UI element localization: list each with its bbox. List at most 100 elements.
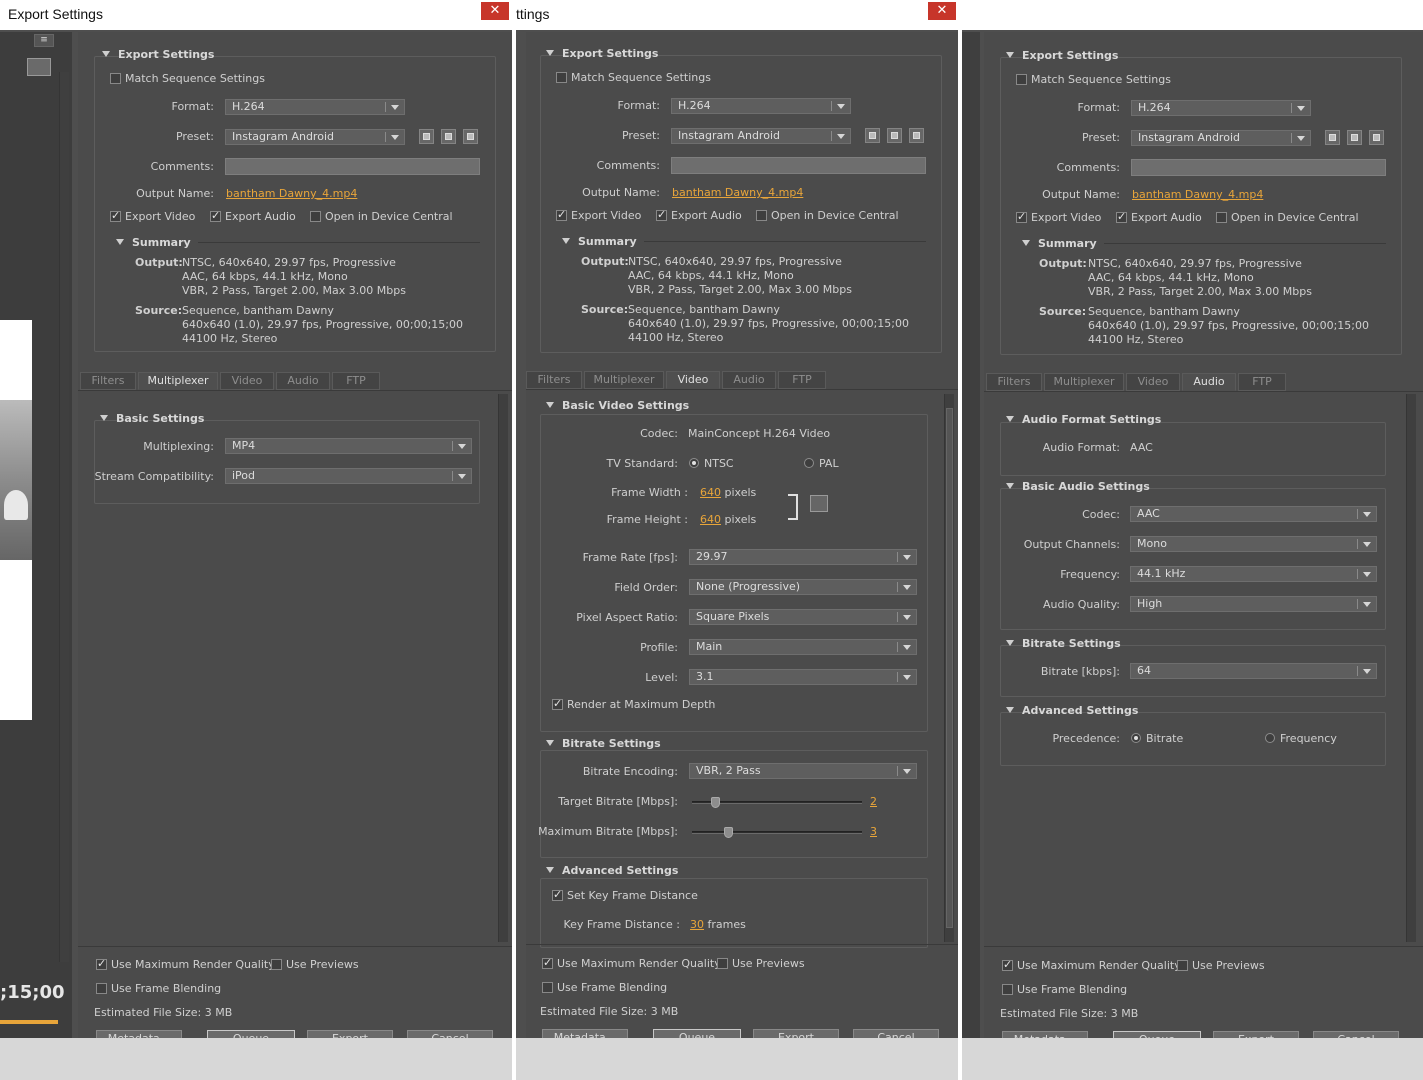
frame-rate-dropdown[interactable]: 29.97 bbox=[689, 549, 917, 565]
audio-codec-dropdown[interactable]: AAC bbox=[1130, 506, 1377, 522]
max-bitrate-slider[interactable] bbox=[692, 827, 862, 838]
tab-ftp[interactable]: FTP bbox=[1238, 373, 1286, 391]
comments-field[interactable] bbox=[1131, 159, 1386, 176]
frame-blending-checkbox[interactable]: Use Frame Blending bbox=[1002, 983, 1127, 996]
export-settings-header[interactable]: Export Settings bbox=[1006, 49, 1118, 62]
frame-width-value[interactable]: 640 pixels bbox=[700, 486, 756, 499]
preview-scrollbar[interactable] bbox=[59, 72, 69, 962]
target-bitrate-value[interactable]: 2 bbox=[870, 795, 877, 808]
tab-ftp[interactable]: FTP bbox=[778, 371, 826, 389]
pixel-aspect-dropdown[interactable]: Square Pixels bbox=[689, 609, 917, 625]
match-sequence-checkbox[interactable]: Match Sequence Settings bbox=[1016, 73, 1171, 86]
queue-button[interactable]: Queue bbox=[207, 1030, 295, 1038]
device-central-checkbox[interactable]: Open in Device Central bbox=[1216, 211, 1359, 224]
export-video-checkbox[interactable]: Export Video bbox=[556, 208, 641, 222]
stream-compat-dropdown[interactable]: iPod bbox=[225, 468, 472, 484]
close-button[interactable]: ✕ bbox=[928, 2, 956, 20]
export-audio-checkbox[interactable]: Export Audio bbox=[1116, 210, 1202, 224]
tab-multiplexer[interactable]: Multiplexer bbox=[584, 371, 664, 389]
output-name-link[interactable]: bantham Dawny_4.mp4 bbox=[226, 187, 357, 200]
use-previews-checkbox[interactable]: Use Previews bbox=[1177, 959, 1265, 972]
delete-preset-icon[interactable] bbox=[909, 128, 924, 143]
summary-header[interactable]: Summary bbox=[1022, 237, 1097, 250]
preset-dropdown[interactable]: Instagram Android bbox=[225, 129, 405, 145]
constrain-proportions-icon[interactable] bbox=[810, 495, 828, 512]
delete-preset-icon[interactable] bbox=[463, 129, 478, 144]
target-bitrate-thumb[interactable] bbox=[711, 797, 720, 808]
queue-button[interactable]: Queue bbox=[653, 1029, 741, 1038]
export-video-checkbox[interactable]: Export Video bbox=[110, 209, 195, 223]
precedence-frequency-radio[interactable]: Frequency bbox=[1265, 732, 1337, 745]
settings-scrollbar[interactable] bbox=[498, 394, 508, 942]
save-preset-icon[interactable] bbox=[865, 128, 880, 143]
delete-preset-icon[interactable] bbox=[1369, 130, 1384, 145]
export-settings-header[interactable]: Export Settings bbox=[546, 47, 658, 60]
close-button[interactable]: ✕ bbox=[481, 2, 509, 20]
audio-bitrate-dropdown[interactable]: 64 bbox=[1130, 663, 1377, 679]
output-name-link[interactable]: bantham Dawny_4.mp4 bbox=[672, 186, 803, 199]
export-button[interactable]: Export bbox=[1213, 1031, 1299, 1038]
bitrate-encoding-dropdown[interactable]: VBR, 2 Pass bbox=[689, 763, 917, 779]
match-sequence-checkbox[interactable]: Match Sequence Settings bbox=[110, 72, 265, 85]
comments-field[interactable] bbox=[671, 157, 926, 174]
frame-height-value[interactable]: 640 pixels bbox=[700, 513, 756, 526]
max-bitrate-thumb[interactable] bbox=[724, 827, 733, 838]
format-dropdown[interactable]: H.264 bbox=[1131, 100, 1311, 116]
max-render-quality-checkbox[interactable]: Use Maximum Render Quality bbox=[542, 956, 721, 970]
precedence-bitrate-radio[interactable]: Bitrate bbox=[1131, 732, 1183, 745]
cancel-button[interactable]: Cancel bbox=[407, 1030, 493, 1038]
audio-advanced-header[interactable]: Advanced Settings bbox=[1006, 704, 1138, 717]
export-button[interactable]: Export bbox=[307, 1030, 393, 1038]
audio-format-header[interactable]: Audio Format Settings bbox=[1006, 413, 1161, 426]
tab-audio[interactable]: Audio bbox=[276, 372, 330, 390]
scroll-thumb[interactable] bbox=[946, 408, 953, 928]
frequency-dropdown[interactable]: 44.1 kHz bbox=[1130, 566, 1377, 582]
cancel-button[interactable]: Cancel bbox=[853, 1029, 939, 1038]
timeline-bar[interactable] bbox=[0, 1020, 58, 1024]
queue-button[interactable]: Queue bbox=[1113, 1031, 1201, 1038]
keyframe-checkbox[interactable]: Set Key Frame Distance bbox=[552, 888, 698, 902]
keyframe-distance-value[interactable]: 30 frames bbox=[690, 918, 746, 931]
match-sequence-checkbox[interactable]: Match Sequence Settings bbox=[556, 71, 711, 84]
import-preset-icon[interactable] bbox=[1347, 130, 1362, 145]
target-bitrate-slider[interactable] bbox=[692, 797, 862, 808]
output-name-link[interactable]: bantham Dawny_4.mp4 bbox=[1132, 188, 1263, 201]
import-preset-icon[interactable] bbox=[887, 128, 902, 143]
tv-pal-radio[interactable]: PAL bbox=[804, 457, 839, 470]
multiplexing-dropdown[interactable]: MP4 bbox=[225, 438, 472, 454]
audio-quality-dropdown[interactable]: High bbox=[1130, 596, 1377, 612]
tab-ftp[interactable]: FTP bbox=[332, 372, 380, 390]
tab-multiplexer[interactable]: Multiplexer bbox=[1044, 373, 1124, 391]
crop-icon[interactable] bbox=[27, 58, 51, 76]
tab-audio[interactable]: Audio bbox=[722, 371, 776, 389]
device-central-checkbox[interactable]: Open in Device Central bbox=[756, 209, 899, 222]
export-video-checkbox[interactable]: Export Video bbox=[1016, 210, 1101, 224]
comments-field[interactable] bbox=[225, 158, 480, 175]
preview-menu-icon[interactable]: ≡ bbox=[34, 34, 54, 47]
bitrate-settings-header[interactable]: Bitrate Settings bbox=[546, 737, 661, 750]
import-preset-icon[interactable] bbox=[441, 129, 456, 144]
tab-filters[interactable]: Filters bbox=[526, 371, 582, 389]
side-collapse-strip[interactable] bbox=[962, 32, 980, 1038]
use-previews-checkbox[interactable]: Use Previews bbox=[717, 957, 805, 970]
profile-dropdown[interactable]: Main bbox=[689, 639, 917, 655]
export-settings-header[interactable]: Export Settings bbox=[102, 48, 214, 61]
metadata-button[interactable]: Metadata... bbox=[96, 1030, 182, 1038]
settings-scrollbar[interactable] bbox=[1406, 394, 1416, 942]
metadata-button[interactable]: Metadata... bbox=[1002, 1031, 1088, 1038]
max-depth-checkbox[interactable]: Render at Maximum Depth bbox=[552, 697, 715, 711]
tab-filters[interactable]: Filters bbox=[80, 372, 136, 390]
preset-dropdown[interactable]: Instagram Android bbox=[1131, 130, 1311, 146]
save-preset-icon[interactable] bbox=[419, 129, 434, 144]
save-preset-icon[interactable] bbox=[1325, 130, 1340, 145]
metadata-button[interactable]: Metadata... bbox=[542, 1029, 628, 1038]
level-dropdown[interactable]: 3.1 bbox=[689, 669, 917, 685]
tab-filters[interactable]: Filters bbox=[986, 373, 1042, 391]
export-button[interactable]: Export bbox=[753, 1029, 839, 1038]
max-bitrate-value[interactable]: 3 bbox=[870, 825, 877, 838]
summary-header[interactable]: Summary bbox=[116, 236, 191, 249]
use-previews-checkbox[interactable]: Use Previews bbox=[271, 958, 359, 971]
export-audio-checkbox[interactable]: Export Audio bbox=[210, 209, 296, 223]
export-audio-checkbox[interactable]: Export Audio bbox=[656, 208, 742, 222]
cancel-button[interactable]: Cancel bbox=[1313, 1031, 1399, 1038]
